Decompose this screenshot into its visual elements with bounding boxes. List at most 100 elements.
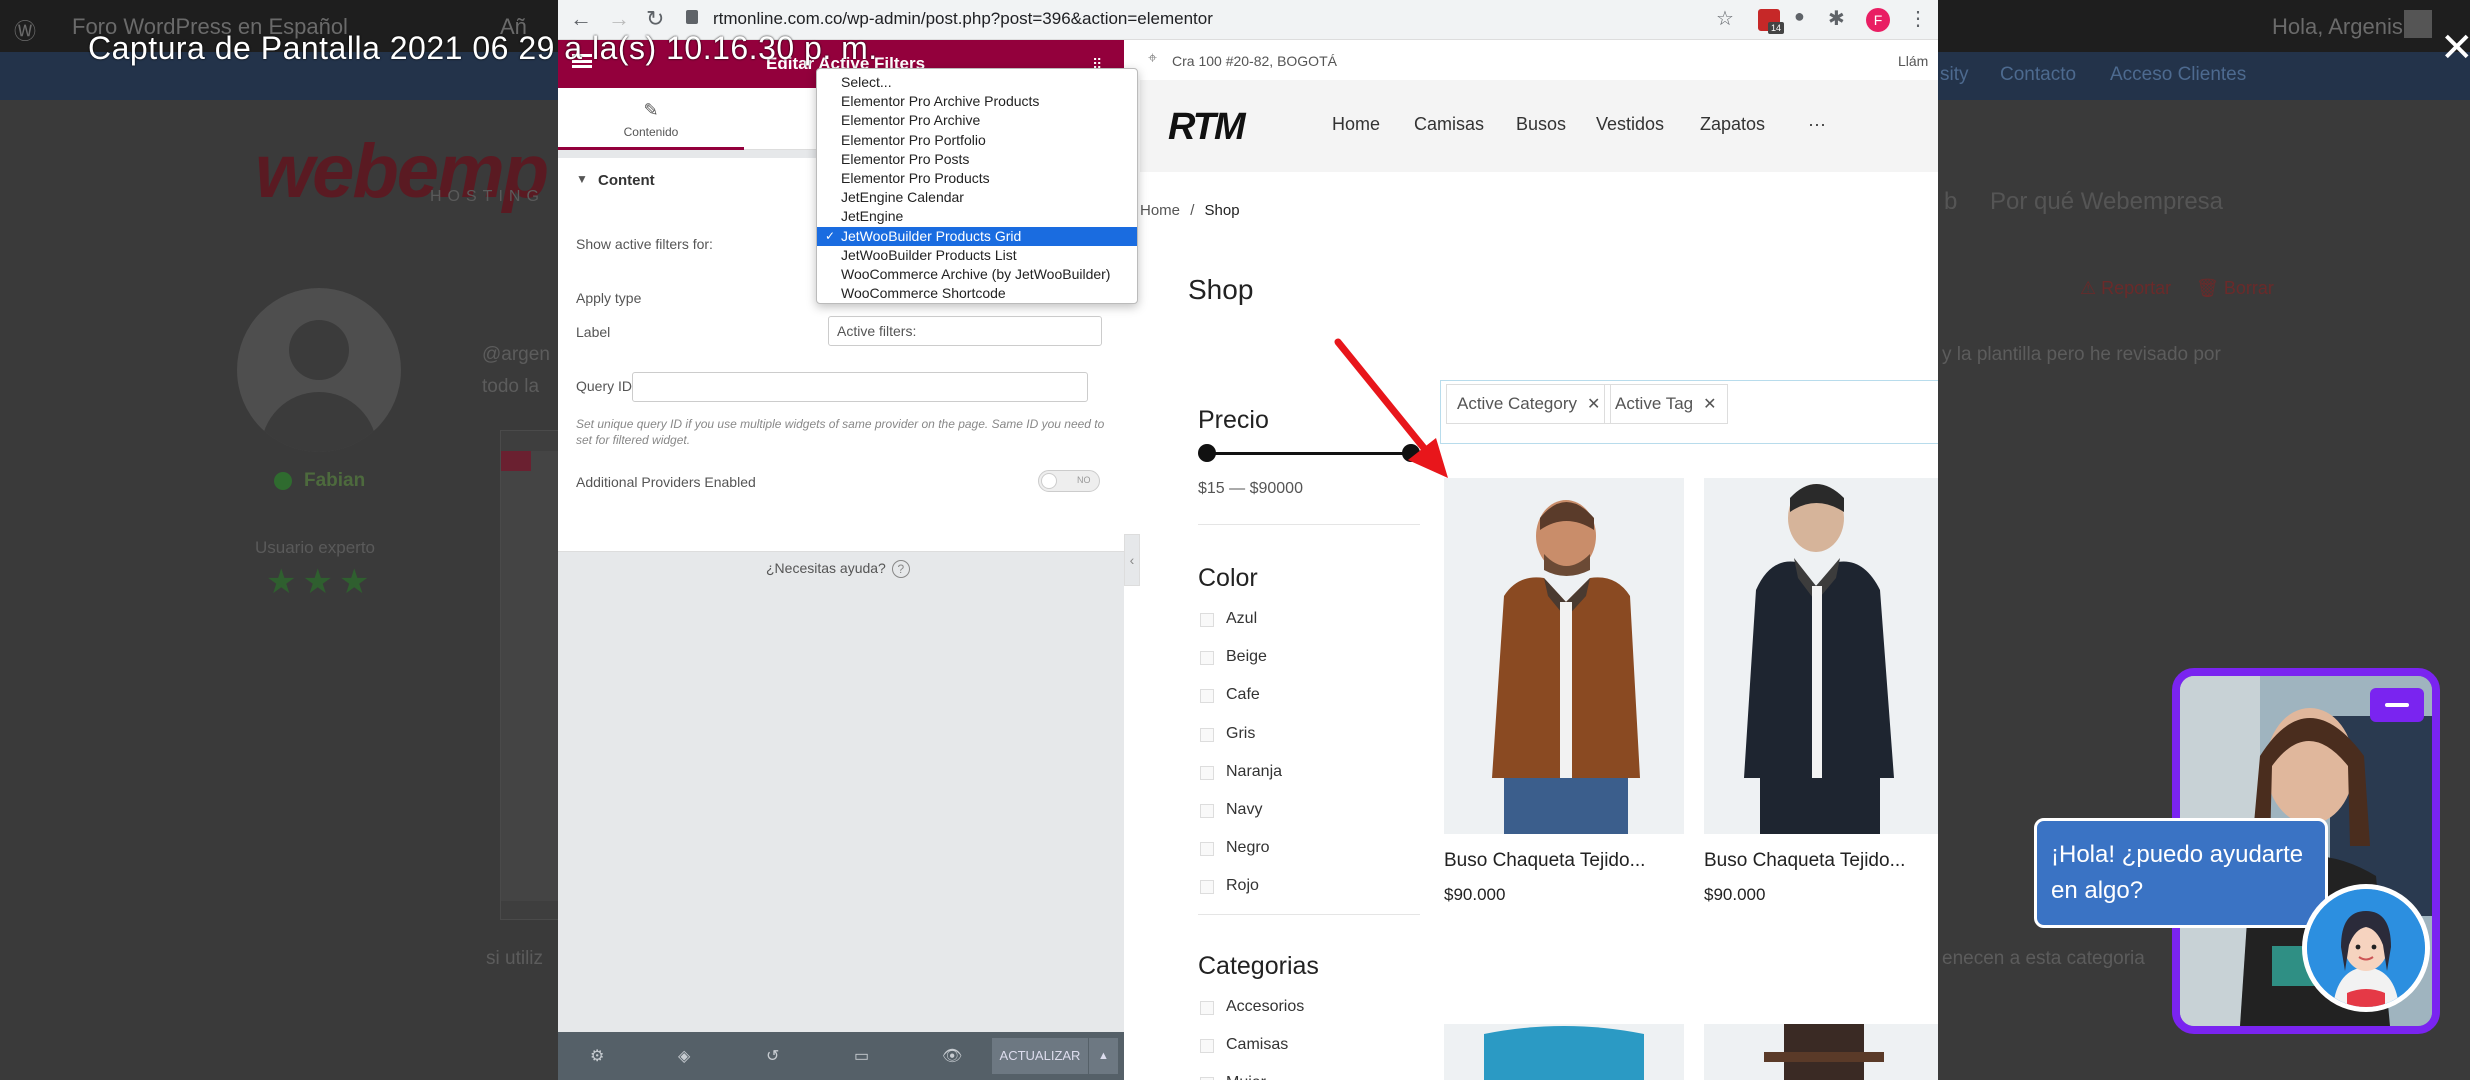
breadcrumb: Home / Shop — [1140, 202, 1240, 219]
collapse-panel-icon[interactable]: ‹ — [1124, 534, 1140, 586]
settings-gear-icon[interactable]: ⚙ — [590, 1046, 604, 1066]
star-icon[interactable]: ☆ — [1716, 6, 1734, 31]
chat-agent-avatar[interactable] — [2302, 884, 2430, 1012]
product-image[interactable] — [1704, 478, 1938, 834]
dropdown-option[interactable]: Elementor Pro Archive — [817, 111, 1137, 130]
rtm-logo[interactable]: RTM — [1168, 106, 1246, 149]
back-icon[interactable]: ← — [570, 6, 592, 32]
nav-zapatos[interactable]: Zapatos — [1700, 114, 1765, 135]
reload-icon[interactable]: ↻ — [646, 6, 664, 32]
color-checkbox[interactable] — [1200, 613, 1214, 627]
color-option-label[interactable]: Rojo — [1226, 877, 1259, 895]
dropdown-option[interactable]: ✓ JetWooBuilder Products Grid — [817, 226, 1137, 246]
category-option-label[interactable]: Accesorios — [1226, 998, 1304, 1016]
dropdown-option[interactable]: JetEngine Calendar — [817, 188, 1137, 207]
user-avatar — [2404, 10, 2432, 38]
color-checkbox[interactable] — [1200, 842, 1214, 857]
address-bar[interactable]: rtmonline.com.co/wp-admin/post.php?post=… — [713, 9, 1213, 29]
category-checkbox[interactable] — [1200, 1001, 1214, 1015]
color-checkbox[interactable] — [1200, 880, 1214, 895]
product-name[interactable]: Buso Chaqueta Tejido... — [1704, 850, 1905, 872]
profile-avatar[interactable]: F — [1866, 8, 1890, 32]
dropdown-option[interactable]: Elementor Pro Portfolio — [817, 131, 1137, 150]
color-option-label[interactable]: Negro — [1226, 839, 1270, 857]
menu-item: b — [1944, 188, 1958, 215]
navigator-layers-icon[interactable]: ◈ — [678, 1046, 690, 1066]
product-image[interactable] — [1704, 1024, 1938, 1080]
color-checkbox[interactable] — [1200, 727, 1214, 742]
menu-kebab-icon[interactable]: ⋮ — [1908, 6, 1928, 31]
color-option-label[interactable]: Naranja — [1226, 763, 1282, 781]
wordpress-icon: Ⓦ — [14, 19, 37, 44]
update-options-icon[interactable]: ▲ — [1088, 1038, 1118, 1074]
breadcrumb-home[interactable]: Home — [1140, 202, 1180, 219]
product-image[interactable] — [1444, 1024, 1684, 1080]
dropdown-option-label: Elementor Pro Products — [841, 170, 990, 186]
color-checkbox[interactable] — [1200, 651, 1214, 666]
dropdown-option[interactable]: Select... — [817, 73, 1137, 92]
provider-dropdown[interactable]: Select... Elementor Pro Archive Products E… — [816, 68, 1138, 304]
active-filter-chip[interactable]: Active Tag ✕ — [1604, 384, 1728, 424]
breadcrumb-sep: / — [1190, 202, 1195, 219]
label-input[interactable]: Active filters: — [828, 316, 1102, 346]
dropdown-option[interactable]: JetEngine — [817, 207, 1137, 226]
dropdown-option[interactable]: Elementor Pro Posts — [817, 150, 1137, 169]
color-option-label[interactable]: Gris — [1226, 725, 1255, 743]
help-link[interactable]: ¿Necesitas ayuda?? — [766, 560, 910, 578]
report-link: ⚠ Reportar — [2080, 278, 2172, 298]
nav-vestidos[interactable]: Vestidos — [1596, 114, 1664, 135]
color-option-label[interactable]: Cafe — [1226, 686, 1260, 704]
additional-providers-label: Additional Providers Enabled — [576, 474, 756, 490]
nav-home[interactable]: Home — [1332, 114, 1380, 135]
section-label: Content — [598, 172, 655, 189]
preview-eye-icon[interactable]: 👁 — [942, 1046, 962, 1066]
color-checkbox[interactable] — [1200, 765, 1214, 780]
color-option-label[interactable]: Beige — [1226, 648, 1267, 666]
toggle-text: NO — [1077, 475, 1091, 485]
category-option-label[interactable]: Camisas — [1226, 1036, 1288, 1054]
additional-providers-toggle[interactable]: NO — [1038, 470, 1100, 492]
site-header: RTM Home Camisas Busos Vestidos Zapatos … — [1140, 80, 1938, 172]
dropdown-option[interactable]: Elementor Pro Products — [817, 169, 1137, 188]
chat-greeting-bubble[interactable]: ¡Hola! ¿puedo ayudarte en algo? — [2034, 818, 2328, 928]
divider — [1198, 914, 1420, 915]
dropdown-option[interactable]: WooCommerce Shortcode — [817, 284, 1137, 303]
product-name[interactable]: Buso Chaqueta Tejido... — [1444, 850, 1645, 872]
puzzle-icon[interactable]: ✱ — [1828, 6, 1845, 31]
query-id-hint: Set unique query ID if you use multiple … — [576, 417, 1105, 447]
category-option-label[interactable]: Mujer — [1226, 1074, 1266, 1080]
forward-icon[interactable]: → — [608, 6, 630, 32]
dropdown-option[interactable]: WooCommerce Archive (by JetWooBuilder) — [817, 265, 1137, 284]
extension-gray-icon[interactable]: ● — [1794, 6, 1805, 27]
close-icon[interactable]: ✕ — [2440, 28, 2470, 68]
dropdown-option[interactable]: JetWooBuilder Products List — [817, 246, 1137, 265]
toggle-knob — [1041, 473, 1057, 489]
dropdown-option[interactable]: Elementor Pro Archive Products — [817, 92, 1137, 111]
close-icon[interactable]: ✕ — [1703, 396, 1716, 413]
responsive-icon[interactable]: ▭ — [854, 1046, 869, 1066]
nav-camisas[interactable]: Camisas — [1414, 114, 1484, 135]
nav-more[interactable]: ··· — [1808, 114, 1826, 135]
color-option-label[interactable]: Navy — [1226, 801, 1262, 819]
query-id-input[interactable] — [632, 372, 1088, 402]
call-text: Llám — [1898, 53, 1929, 69]
minimize-icon[interactable] — [2370, 688, 2424, 722]
active-filter-chip[interactable]: Active Category ✕ — [1446, 384, 1612, 424]
color-checkbox[interactable] — [1200, 804, 1214, 818]
close-icon[interactable]: ✕ — [1587, 396, 1600, 413]
category-checkbox[interactable] — [1200, 1039, 1214, 1053]
history-icon[interactable]: ↺ — [766, 1046, 779, 1066]
caret-down-icon: ▼ — [576, 172, 588, 186]
post-text: y la plantilla pero he revisado por — [1942, 344, 2221, 365]
dropdown-option-label: WooCommerce Archive (by JetWooBuilder) — [841, 266, 1111, 282]
tab-content[interactable]: ✎ Contenido — [558, 88, 744, 150]
menu-item: Por qué Webempresa — [1990, 188, 2224, 215]
dropdown-option-label: Elementor Pro Archive — [841, 112, 981, 129]
product-image[interactable] — [1444, 478, 1684, 834]
nav-busos[interactable]: Busos — [1516, 114, 1566, 135]
price-slider-min-handle[interactable] — [1198, 444, 1216, 462]
color-option-label[interactable]: Azul — [1226, 610, 1257, 628]
post-text: enecen a esta categoria — [1942, 948, 2145, 969]
color-checkbox[interactable] — [1200, 689, 1214, 704]
update-button[interactable]: ACTUALIZAR — [992, 1038, 1088, 1074]
